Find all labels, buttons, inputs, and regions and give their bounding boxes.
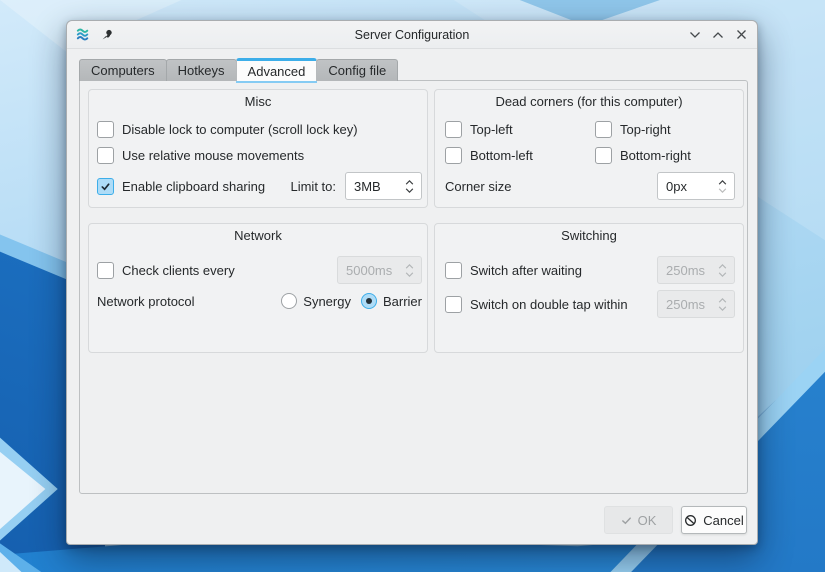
desktop: Server Configuration Computers Hotkeys A… — [0, 0, 825, 572]
spinbox-value: 250ms — [666, 296, 706, 312]
tab-label: Hotkeys — [177, 63, 225, 78]
checkbox-label: Use relative mouse movements — [122, 147, 305, 163]
tab-label: Config file — [328, 63, 387, 78]
prohibition-icon — [685, 514, 697, 526]
group-misc: Misc Disable lock to computer (scroll lo… — [88, 89, 428, 208]
spin-down-icon — [718, 305, 726, 311]
checkbox-switch-double-tap[interactable]: Switch on double tap within — [445, 295, 628, 313]
minimize-button[interactable] — [686, 26, 704, 44]
server-configuration-window: Server Configuration Computers Hotkeys A… — [66, 20, 758, 545]
clipboard-limit-spinbox[interactable]: 3MB — [345, 172, 422, 200]
spin-up-icon[interactable] — [718, 179, 727, 185]
close-button[interactable] — [732, 26, 750, 44]
spinbox-value: 3MB — [354, 178, 381, 194]
checkbox-check-clients[interactable]: Check clients every — [97, 261, 235, 279]
checkbox-label: Disable lock to computer (scroll lock ke… — [122, 121, 358, 137]
double-tap-spinbox: 250ms — [657, 290, 735, 318]
check-icon — [621, 516, 631, 524]
checkbox-box — [97, 146, 114, 164]
checkbox-relative-mouse[interactable]: Use relative mouse movements — [97, 145, 304, 165]
checkbox-label: Enable clipboard sharing — [122, 178, 266, 194]
checkbox-label: Top-right — [620, 121, 671, 137]
tab-computers[interactable]: Computers — [79, 59, 167, 81]
group-title: Dead corners (for this computer) — [495, 94, 683, 109]
tab-label: Computers — [91, 63, 155, 78]
checkbox-box — [595, 146, 612, 164]
tab-advanced[interactable]: Advanced — [235, 58, 318, 83]
spin-up-icon — [405, 263, 413, 269]
radio-circle-selected — [360, 293, 377, 309]
checkbox-box — [445, 295, 462, 313]
spin-down-icon — [718, 187, 726, 193]
checkbox-box-checked — [97, 177, 114, 195]
checkbox-box — [445, 261, 462, 279]
barrier-waves-icon[interactable] — [74, 26, 92, 44]
checkbox-label: Bottom-right — [620, 147, 691, 163]
checkbox-top-left[interactable]: Top-left — [445, 119, 513, 139]
group-switching: Switching Switch after waiting 250ms Swi… — [434, 223, 744, 353]
network-protocol-label: Network protocol — [97, 293, 195, 309]
checkbox-top-right[interactable]: Top-right — [595, 119, 671, 139]
checkbox-label: Check clients every — [122, 262, 235, 278]
cancel-button-label: Cancel — [703, 512, 744, 528]
corner-size-label: Corner size — [445, 178, 512, 194]
tab-bar: Computers Hotkeys Advanced Config file — [79, 58, 399, 83]
checkbox-box — [445, 120, 462, 138]
checkbox-box — [445, 146, 462, 164]
pin-icon[interactable] — [98, 26, 116, 44]
radio-circle — [281, 293, 298, 309]
tab-hotkeys[interactable]: Hotkeys — [165, 59, 237, 81]
group-network: Network Check clients every 5000ms Netwo… — [88, 223, 428, 353]
spinbox-value: 5000ms — [346, 262, 393, 278]
spin-up-icon — [718, 263, 726, 269]
checkbox-disable-lock[interactable]: Disable lock to computer (scroll lock ke… — [97, 119, 358, 139]
checkbox-box — [97, 120, 114, 138]
tab-label: Advanced — [247, 63, 306, 79]
group-title: Network — [234, 228, 282, 243]
radio-barrier[interactable]: Barrier — [360, 293, 422, 309]
spin-up-icon[interactable] — [405, 179, 414, 185]
radio-label: Barrier — [382, 293, 422, 309]
checkbox-bottom-left[interactable]: Bottom-left — [445, 145, 533, 165]
group-dead-corners: Dead corners (for this computer) Top-lef… — [434, 89, 744, 208]
switch-wait-spinbox: 250ms — [657, 256, 735, 284]
checkbox-switch-after-waiting[interactable]: Switch after waiting — [445, 261, 582, 279]
checkbox-bottom-right[interactable]: Bottom-right — [595, 145, 691, 165]
cancel-button[interactable]: Cancel — [681, 506, 747, 534]
window-title: Server Configuration — [354, 27, 470, 42]
spin-up-icon — [718, 297, 726, 303]
spin-down-icon[interactable] — [405, 187, 414, 193]
checkbox-box — [97, 261, 114, 279]
ok-button-label: OK — [637, 512, 657, 528]
group-title: Switching — [561, 228, 617, 243]
spin-down-icon — [405, 271, 413, 277]
spin-down-icon — [718, 271, 726, 277]
ok-button[interactable]: OK — [604, 506, 673, 534]
radio-label: Synergy — [303, 293, 351, 309]
radio-synergy[interactable]: Synergy — [281, 293, 351, 309]
checkbox-label: Top-left — [470, 121, 513, 137]
checkbox-label: Switch after waiting — [470, 262, 582, 278]
checkbox-label: Bottom-left — [470, 147, 533, 163]
spinbox-value: 250ms — [666, 262, 706, 278]
checkbox-clipboard-sharing[interactable]: Enable clipboard sharing — [97, 177, 266, 195]
check-interval-spinbox: 5000ms — [337, 256, 422, 284]
spinbox-value: 0px — [666, 178, 687, 194]
limit-to-label: Limit to: — [290, 178, 336, 194]
titlebar[interactable]: Server Configuration — [67, 21, 757, 49]
maximize-button[interactable] — [709, 26, 727, 44]
corner-size-spinbox[interactable]: 0px — [657, 172, 735, 200]
checkbox-box — [595, 120, 612, 138]
checkbox-label: Switch on double tap within — [470, 296, 628, 312]
tab-config-file[interactable]: Config file — [316, 59, 399, 81]
group-title: Misc — [244, 94, 272, 109]
